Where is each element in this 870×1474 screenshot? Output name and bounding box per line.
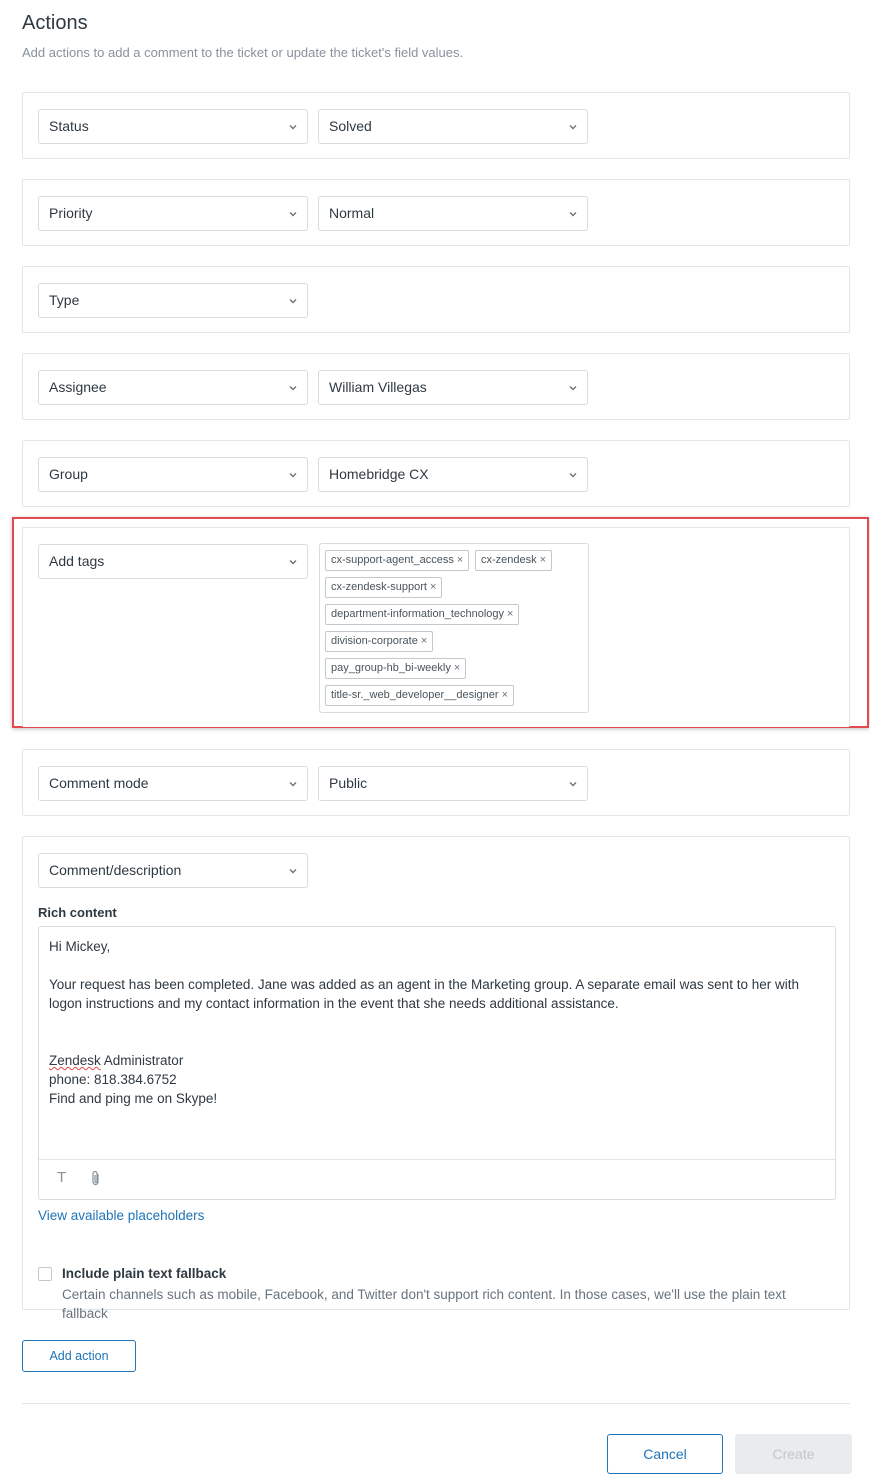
chevron-down-icon: [289, 299, 297, 304]
tag: cx-support-agent_access ×: [325, 550, 470, 571]
chevron-down-icon: [569, 125, 577, 130]
field-select-label: Type: [49, 292, 80, 308]
close-icon[interactable]: ×: [454, 662, 460, 674]
value-select-label: Solved: [329, 118, 372, 134]
field-select-label: Comment mode: [49, 775, 149, 791]
tag-label: title-sr._web_developer__designer: [331, 689, 499, 701]
tag: cx-zendesk-support ×: [325, 577, 443, 598]
create-button[interactable]: Create: [735, 1434, 852, 1474]
close-icon[interactable]: ×: [507, 608, 513, 620]
value-select[interactable]: Public: [318, 766, 588, 801]
plain-text-fallback-label: Include plain text fallback: [62, 1266, 227, 1281]
close-icon[interactable]: ×: [421, 635, 427, 647]
chevron-down-icon: [289, 473, 297, 478]
rich-content-editor[interactable]: Hi Mickey, Your request has been complet…: [38, 926, 836, 1200]
action-card-assignee: Assignee William Villegas: [22, 353, 850, 420]
tag-label: pay_group-hb_bi-weekly: [331, 662, 451, 674]
field-select[interactable]: Priority: [38, 196, 308, 231]
close-icon[interactable]: ×: [457, 554, 463, 566]
editor-line: Your request has been completed. Jane wa…: [49, 977, 799, 992]
text-format-icon[interactable]: T: [57, 1169, 66, 1186]
field-select[interactable]: Comment/description: [38, 853, 308, 888]
editor-line: logon instructions and my contact inform…: [49, 996, 619, 1011]
signature-role: Administrator: [100, 1053, 184, 1068]
tag-label: department-information_technology: [331, 608, 505, 620]
field-select[interactable]: Add tags: [38, 544, 308, 579]
editor-line: Find and ping me on Skype!: [49, 1091, 218, 1106]
editor-line: Hi Mickey,: [49, 939, 111, 954]
value-select-label: Homebridge CX: [329, 466, 429, 482]
field-select-label: Add tags: [49, 553, 105, 569]
tag: pay_group-hb_bi-weekly ×: [325, 658, 467, 679]
tag-label: cx-zendesk: [481, 554, 537, 566]
action-card-add-tags: Add tags cx-support-agent_access × cx-zen…: [22, 527, 850, 727]
view-placeholders-link[interactable]: View available placeholders: [38, 1208, 204, 1223]
action-card-group: Group Homebridge CX: [22, 440, 850, 507]
chevron-down-icon: [289, 782, 297, 787]
add-action-button[interactable]: Add action: [22, 1340, 136, 1372]
editor-toolbar-divider: [39, 1159, 835, 1160]
action-card-comment-mode: Comment mode Public: [22, 749, 850, 816]
plain-text-fallback-checkbox[interactable]: [38, 1267, 52, 1281]
action-card-type: Type: [22, 266, 850, 333]
misspelled-word: Zendesk: [49, 1053, 101, 1068]
chevron-down-icon: [569, 386, 577, 391]
actions-subtitle: Add actions to add a comment to the tick…: [22, 45, 464, 60]
tag-label: cx-support-agent_access: [331, 554, 454, 566]
paperclip-icon[interactable]: [89, 1170, 103, 1187]
chevron-down-icon: [569, 473, 577, 478]
field-select[interactable]: Type: [38, 283, 308, 318]
value-select[interactable]: Normal: [318, 196, 588, 231]
action-card-comment: Comment/description Rich content Hi Mick…: [22, 836, 850, 1321]
value-select[interactable]: Solved: [318, 109, 588, 144]
rich-content-label: Rich content: [38, 905, 117, 920]
editor-line: phone: 818.384.6752: [49, 1072, 177, 1087]
value-select-label: Normal: [329, 205, 375, 221]
cancel-button[interactable]: Cancel: [607, 1434, 723, 1474]
value-select-label: Public: [329, 775, 368, 791]
action-card-priority: Priority Normal: [22, 179, 850, 246]
field-select[interactable]: Status: [38, 109, 308, 144]
editor-line: Zendesk Administrator: [49, 1053, 183, 1068]
field-select-label: Group: [49, 466, 88, 482]
close-icon[interactable]: ×: [430, 581, 436, 593]
footer-divider: [22, 1403, 850, 1404]
value-select-label: William Villegas: [329, 379, 427, 395]
action-card-status: Status Solved: [22, 92, 850, 159]
chevron-down-icon: [289, 386, 297, 391]
close-icon[interactable]: ×: [540, 554, 546, 566]
chevron-down-icon: [289, 869, 297, 874]
field-select[interactable]: Group: [38, 457, 308, 492]
tag-label: division-corporate: [331, 635, 418, 647]
field-select-label: Status: [49, 118, 89, 134]
tag: title-sr._web_developer__designer ×: [325, 685, 514, 706]
tag: division-corporate ×: [325, 631, 434, 652]
field-select-label: Priority: [49, 205, 93, 221]
field-select[interactable]: Comment mode: [38, 766, 308, 801]
chevron-down-icon: [289, 560, 297, 565]
chevron-down-icon: [569, 782, 577, 787]
field-select-label: Assignee: [49, 379, 107, 395]
tag: cx-zendesk ×: [475, 550, 553, 571]
tag-label: cx-zendesk-support: [331, 581, 427, 593]
plain-text-fallback-hint: Certain channels such as mobile, Faceboo…: [62, 1287, 786, 1321]
chevron-down-icon: [289, 125, 297, 130]
close-icon[interactable]: ×: [502, 689, 508, 701]
chevron-down-icon: [569, 212, 577, 217]
field-select[interactable]: Assignee: [38, 370, 308, 405]
actions-title: Actions: [22, 12, 88, 34]
chevron-down-icon: [289, 212, 297, 217]
value-select[interactable]: William Villegas: [318, 370, 588, 405]
field-select-label: Comment/description: [49, 862, 182, 878]
tag: department-information_technology ×: [325, 604, 520, 625]
value-select[interactable]: Homebridge CX: [318, 457, 588, 492]
tags-input[interactable]: cx-support-agent_access × cx-zendesk × cx-…: [319, 543, 589, 713]
